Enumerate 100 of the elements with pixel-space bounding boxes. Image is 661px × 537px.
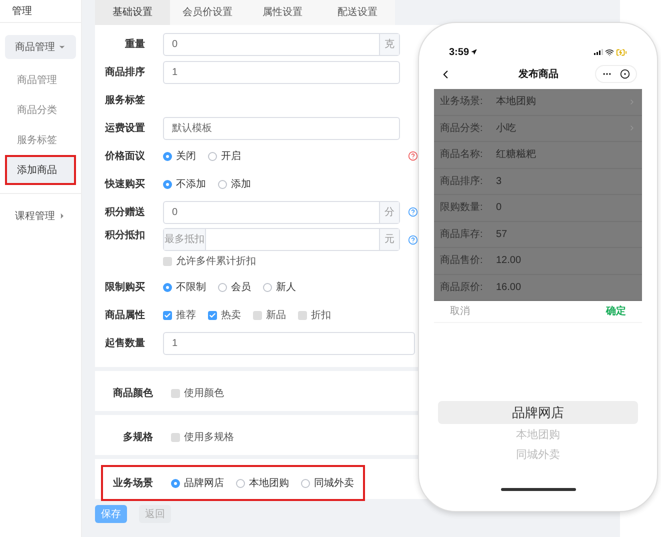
unit-addon: 元	[379, 229, 399, 250]
sidebar-title: 管理	[12, 4, 32, 18]
tab[interactable]: 会员价设置	[170, 0, 245, 25]
radio-button[interactable]	[236, 478, 245, 488]
radio-button[interactable]	[163, 180, 172, 188]
input-field[interactable]: 默认模板	[163, 116, 400, 140]
checkbox[interactable]	[171, 432, 180, 442]
checkbox-label: 推荐	[176, 308, 196, 322]
field-label: 积分赠送	[104, 206, 145, 220]
field-value: 3	[496, 174, 503, 189]
radio-button[interactable]	[263, 282, 272, 292]
location-icon	[471, 49, 478, 55]
checkbox-label: 使用多规格	[184, 430, 234, 444]
checkbox[interactable]	[171, 388, 180, 398]
field-label: 商品售价:	[440, 254, 484, 268]
field-label: 快速购买	[104, 178, 145, 192]
field-value: 0	[496, 201, 503, 216]
help-icon[interactable]	[408, 207, 418, 217]
checkbox-label: 折扣	[311, 308, 331, 322]
checkbox[interactable]	[298, 310, 307, 320]
radio-button[interactable]	[208, 152, 217, 160]
radio-label: 添加	[231, 178, 251, 192]
battery-icon	[616, 46, 627, 58]
field-label: 商品原价:	[440, 280, 484, 295]
radio-label: 不限制	[176, 280, 206, 294]
help-icon[interactable]	[408, 151, 418, 161]
field-label: 商品排序:	[440, 174, 484, 189]
field-label: 商品排序	[104, 65, 145, 80]
field-label: 服务标签	[104, 94, 145, 108]
field-label: 限制购买	[104, 280, 145, 294]
field-label: 商品属性	[104, 308, 145, 322]
radio-button[interactable]	[301, 478, 310, 488]
sidebar-item[interactable]: 商品管理	[7, 67, 74, 93]
checkbox-label: 允许多件累计折扣	[176, 254, 256, 269]
field-label: 价格面议	[104, 150, 145, 164]
target-icon[interactable]	[620, 69, 630, 79]
prefix-addon: 最多抵扣	[164, 229, 206, 250]
field-label: 积分抵扣	[104, 228, 145, 243]
checkbox[interactable]	[208, 310, 217, 320]
field-label: 起售数量	[104, 336, 145, 350]
field-label: 业务场景	[112, 476, 153, 490]
radio-button[interactable]	[218, 180, 227, 188]
checkbox[interactable]	[163, 310, 172, 320]
checkbox-label: 使用颜色	[184, 386, 224, 400]
radio-label: 关闭	[176, 150, 196, 164]
field-label: 运费设置	[104, 122, 145, 136]
field-value: 57	[496, 228, 508, 242]
checkbox-label: 热卖	[221, 308, 241, 322]
input-field[interactable]: 0 分	[163, 200, 400, 224]
sidebar-group[interactable]: 商品管理	[5, 35, 76, 59]
tab[interactable]: 属性设置	[245, 0, 320, 25]
field-value: 本地团购	[496, 94, 537, 110]
checkbox[interactable]	[253, 310, 262, 320]
sidebar-item[interactable]: 添加商品	[7, 157, 74, 183]
checkbox[interactable]	[163, 257, 172, 266]
radio-button[interactable]	[171, 478, 180, 488]
wifi-icon	[605, 48, 614, 56]
sidebar-item[interactable]: 商品分类	[7, 97, 74, 123]
field-value: 红糖糍粑	[496, 148, 537, 162]
field-label: 重量	[124, 38, 145, 52]
unit-addon: 分	[379, 202, 399, 222]
tab[interactable]: 基础设置	[95, 0, 170, 25]
field-value: 小吃	[496, 122, 517, 136]
input-field[interactable]: 0 克	[163, 32, 400, 56]
sidebar-item[interactable]: 服务标签	[7, 127, 74, 153]
radio-button[interactable]	[163, 152, 172, 160]
cancel-button[interactable]: 取消	[450, 304, 470, 319]
field-label: 商品颜色	[112, 386, 153, 400]
radio-label: 新人	[276, 280, 296, 294]
field-value: 12.00	[496, 254, 522, 268]
radio-label: 不添加	[176, 178, 206, 192]
field-label: 限购数量:	[440, 201, 484, 216]
chevron-icon	[628, 98, 636, 106]
field-label: 商品库存:	[440, 228, 484, 242]
help-icon[interactable]	[408, 234, 418, 244]
field-label: 商品分类:	[440, 122, 484, 136]
field-label: 商品名称:	[440, 148, 484, 162]
field-label: 多规格	[122, 430, 153, 444]
input-field[interactable]: 1	[163, 60, 400, 84]
input-field[interactable]: 1	[163, 332, 415, 354]
checkbox-label: 新品	[266, 308, 286, 322]
chevron-icon	[628, 124, 636, 132]
signal-icon	[594, 49, 603, 55]
capsule-menu[interactable]	[595, 65, 637, 83]
radio-button[interactable]	[163, 282, 172, 292]
page-title: 发布商品	[518, 67, 558, 82]
radio-button[interactable]	[218, 282, 227, 292]
radio-label: 品牌网店	[184, 476, 224, 490]
radio-label: 会员	[231, 280, 251, 294]
radio-label: 开启	[221, 150, 241, 164]
radio-label: 同城外卖	[314, 476, 354, 490]
sidebar-group[interactable]: 课程管理	[5, 204, 76, 228]
confirm-button[interactable]: 确定	[606, 304, 626, 319]
field-label: 业务场景:	[440, 94, 484, 110]
field-value: 16.00	[496, 280, 522, 295]
unit-addon: 克	[379, 34, 399, 54]
radio-label: 本地团购	[249, 476, 289, 490]
tab[interactable]: 配送设置	[320, 0, 395, 25]
picker-option[interactable]: 品牌网店	[438, 401, 638, 424]
status-time: 3:59	[449, 46, 470, 60]
